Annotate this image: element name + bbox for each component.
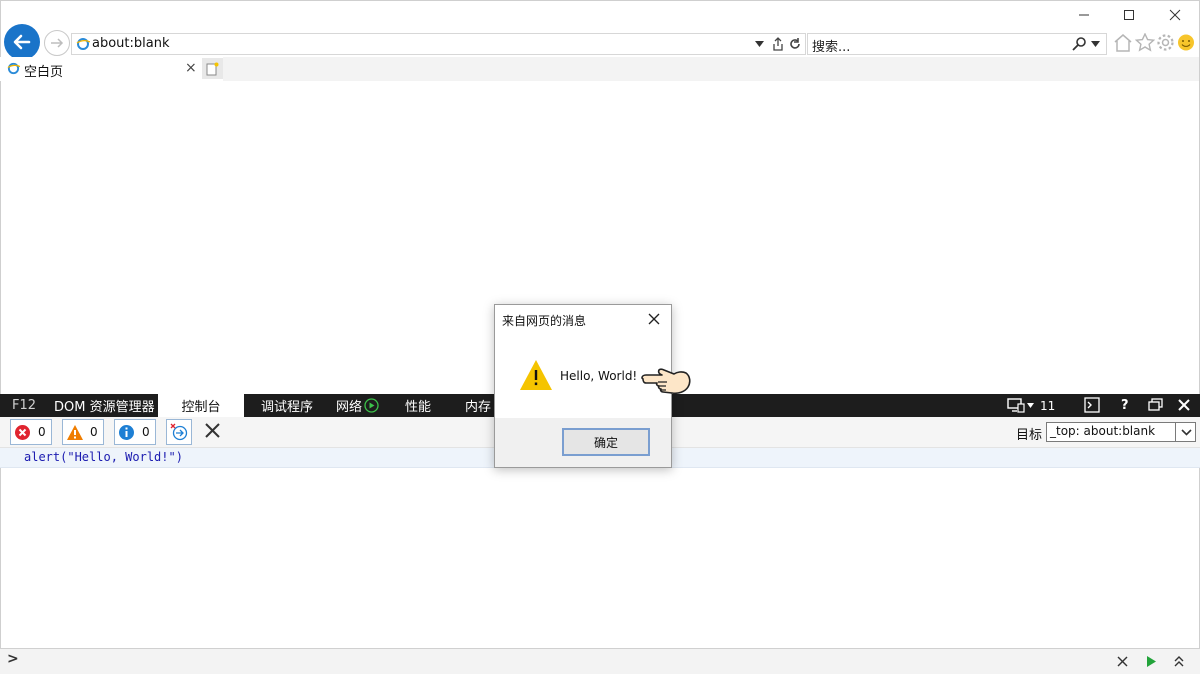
minimize-button[interactable]: [1061, 4, 1107, 26]
settings-gear-icon[interactable]: [1156, 33, 1175, 52]
warnings-filter-button[interactable]: 0: [62, 419, 104, 445]
arrow-right-icon: [51, 38, 64, 48]
maximize-button[interactable]: [1106, 4, 1152, 26]
target-dropdown-button[interactable]: [1175, 423, 1196, 441]
console-prompt: >: [7, 651, 19, 667]
search-icon[interactable]: [1072, 36, 1087, 51]
chevron-down-icon[interactable]: [755, 40, 764, 48]
warning-icon: [520, 360, 552, 390]
compat-view-icon[interactable]: [772, 37, 784, 51]
new-tab-button[interactable]: [202, 58, 223, 79]
emulation-monitor-icon[interactable]: [1007, 398, 1025, 413]
close-window-button[interactable]: [1152, 4, 1198, 26]
close-icon: [1169, 9, 1181, 21]
tab-debugger[interactable]: 调试程序: [261, 394, 313, 417]
tab-dom-explorer[interactable]: DOM 资源管理器: [54, 394, 155, 417]
dialog-message: Hello, World!: [560, 369, 638, 383]
run-icon[interactable]: [1146, 655, 1157, 668]
chevron-down-icon: [1180, 428, 1192, 436]
arrow-left-icon: [13, 34, 31, 50]
dialog-title: 来自网页的消息: [502, 314, 587, 328]
feedback-smiley-icon[interactable]: [1177, 33, 1195, 52]
dialog-footer: 确定: [495, 418, 671, 467]
new-tab-icon: [206, 62, 219, 75]
devtools-f12-label: F12: [12, 398, 37, 413]
forward-button[interactable]: [44, 30, 70, 56]
ok-button-label: 确定: [593, 435, 618, 450]
tab-label: 空白页: [24, 65, 64, 80]
ie-page-icon: [76, 38, 90, 50]
favorites-star-icon[interactable]: [1135, 33, 1155, 52]
error-count: 0: [38, 425, 46, 439]
tab-blank-page[interactable]: 空白页 ×: [0, 57, 202, 81]
target-label: 目标: [1016, 428, 1043, 443]
help-button[interactable]: ?: [1121, 394, 1129, 417]
error-icon: [15, 424, 30, 440]
tab-network[interactable]: 网络: [336, 394, 362, 417]
clear-console-icon[interactable]: [204, 422, 221, 439]
maximize-icon: [1124, 10, 1134, 20]
target-value: _top: about:blank: [1050, 424, 1156, 438]
address-text: about:blank: [92, 36, 170, 51]
errors-filter-button[interactable]: 0: [10, 419, 52, 445]
console-input-bar[interactable]: >: [0, 648, 1200, 674]
close-devtools-icon[interactable]: [1177, 398, 1191, 412]
tab-close-button[interactable]: ×: [185, 60, 197, 76]
info-count: 0: [142, 425, 150, 439]
chevron-down-icon[interactable]: [1091, 40, 1100, 48]
refresh-icon[interactable]: [788, 37, 802, 51]
console-entry-text: alert("Hello, World!"): [24, 450, 183, 464]
search-input[interactable]: 搜索...: [812, 36, 850, 55]
warning-count: 0: [90, 425, 98, 439]
home-icon[interactable]: [1113, 33, 1133, 52]
ok-button[interactable]: 确定: [562, 428, 650, 456]
info-filter-button[interactable]: 0: [114, 419, 156, 445]
dialog-close-icon[interactable]: [648, 313, 660, 325]
clear-on-navigate-icon: [170, 423, 188, 441]
warning-icon: [67, 424, 83, 440]
console-prompt-icon[interactable]: [1084, 397, 1100, 413]
clear-on-navigate-button[interactable]: [166, 419, 192, 445]
address-bar[interactable]: about:blank: [71, 33, 806, 55]
tab-performance[interactable]: 性能: [405, 394, 431, 417]
target-select[interactable]: _top: about:blank: [1046, 422, 1196, 442]
clear-input-icon[interactable]: [1117, 656, 1128, 667]
pointing-hand-cursor-icon: [641, 368, 691, 395]
network-record-icon[interactable]: [364, 398, 379, 413]
back-button[interactable]: [4, 24, 40, 60]
chevron-down-icon[interactable]: [1027, 403, 1034, 408]
ie-page-icon: [7, 62, 20, 75]
expand-up-icon[interactable]: [1173, 654, 1185, 668]
tab-strip: [223, 57, 1199, 81]
minimize-icon: [1079, 14, 1089, 16]
undock-icon[interactable]: [1148, 398, 1163, 412]
tab-memory[interactable]: 内存: [465, 394, 491, 417]
emulation-count: 11: [1040, 398, 1056, 413]
info-icon: [119, 424, 134, 440]
search-box[interactable]: 搜索...: [807, 33, 1107, 55]
tab-console[interactable]: 控制台: [158, 394, 244, 417]
